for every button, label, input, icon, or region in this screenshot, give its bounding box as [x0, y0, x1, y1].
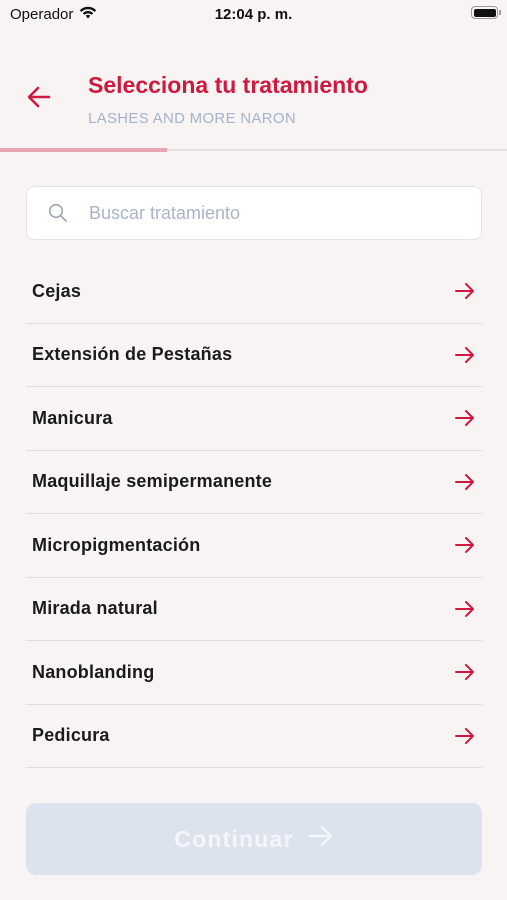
- continue-label: Continuar: [174, 825, 294, 852]
- list-item[interactable]: Mirada natural: [26, 578, 482, 641]
- arrow-right-icon: [454, 407, 476, 429]
- list-item-label: Mirada natural: [32, 598, 158, 619]
- list-item[interactable]: Nanoblanding: [26, 641, 482, 705]
- arrow-right-icon: [454, 598, 476, 620]
- list-item-label: Maquillaje semipermanente: [32, 471, 273, 492]
- header: Selecciona tu tratamiento LASHES AND MOR…: [0, 60, 507, 150]
- list-item-label: Extensión de Pestañas: [32, 344, 233, 365]
- list-item-label: Manicura: [32, 407, 113, 428]
- list-item[interactable]: Cejas: [26, 260, 482, 324]
- arrow-left-icon: [27, 86, 51, 113]
- arrow-right-icon: [454, 661, 476, 683]
- search-box[interactable]: [26, 186, 482, 240]
- treatment-list: Cejas Extensión de Pestañas Manicura Maq…: [26, 260, 482, 768]
- arrow-right-icon: [454, 344, 476, 366]
- battery-icon: [471, 6, 501, 19]
- back-button[interactable]: [22, 82, 56, 116]
- list-item[interactable]: Manicura: [26, 387, 482, 451]
- arrow-right-icon: [308, 825, 334, 853]
- search-input[interactable]: [89, 187, 481, 239]
- list-item-label: Nanoblanding: [32, 661, 155, 682]
- arrow-right-icon: [454, 725, 476, 747]
- status-bar: Operador 12:04 p. m.: [0, 0, 507, 30]
- continue-button[interactable]: Continuar: [26, 803, 482, 875]
- progress-bar: [0, 148, 507, 152]
- list-item[interactable]: Extensión de Pestañas: [26, 324, 482, 387]
- progress-fill: [0, 148, 168, 152]
- list-item[interactable]: Micropigmentación: [26, 514, 482, 578]
- page-title: Selecciona tu tratamiento: [88, 72, 368, 98]
- list-item-label: Micropigmentación: [32, 534, 201, 555]
- list-item[interactable]: Pedicura: [26, 705, 482, 768]
- arrow-right-icon: [454, 471, 476, 493]
- page-subtitle: LASHES AND MORE NARON: [88, 110, 297, 127]
- list-item[interactable]: Maquillaje semipermanente: [26, 451, 482, 514]
- clock: 12:04 p. m.: [214, 6, 293, 23]
- arrow-right-icon: [454, 280, 476, 302]
- arrow-right-icon: [454, 534, 476, 556]
- list-item-label: Pedicura: [32, 725, 110, 746]
- list-item-label: Cejas: [32, 280, 82, 301]
- search-icon: [27, 186, 89, 240]
